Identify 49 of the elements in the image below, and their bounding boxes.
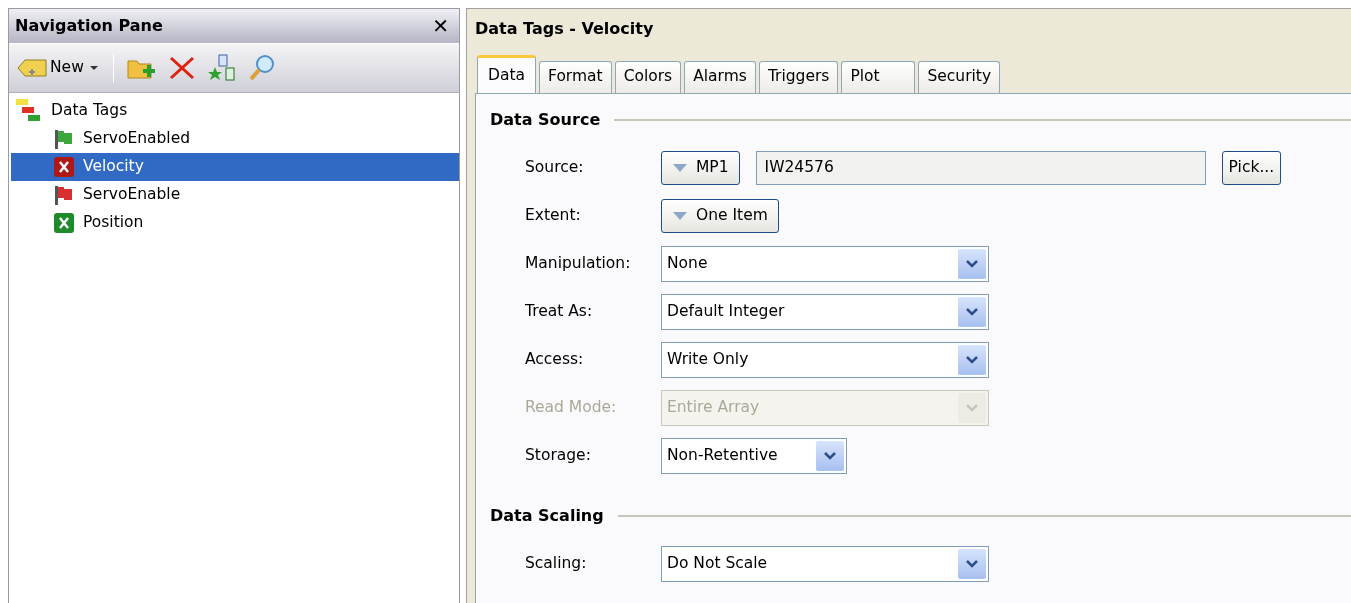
caret-icon (672, 163, 688, 173)
dropdown[interactable]: Do Not Scale (661, 546, 989, 582)
dropdown[interactable]: Non-Retentive (661, 438, 847, 474)
chevron-icon (965, 259, 979, 269)
delete-icon[interactable] (167, 55, 196, 81)
field-label: Source: (525, 157, 585, 179)
tab[interactable]: Data (477, 55, 536, 93)
panel-title: Data Tags - Velocity (474, 18, 655, 40)
chevron-icon (823, 451, 837, 461)
dropdown-button[interactable]: One Item (661, 199, 779, 233)
tree-item[interactable]: Data Tags (11, 97, 459, 125)
dropdown: Entire Array (661, 390, 989, 426)
field-label: Access: (525, 349, 585, 371)
dropdown-button[interactable]: MP1 (661, 151, 740, 185)
section-title: Data Source (490, 109, 601, 131)
chevron-icon (965, 403, 979, 413)
tree-item[interactable]: ServoEnable (11, 181, 459, 209)
chevron-icon (965, 355, 979, 365)
tab[interactable]: Plot (841, 61, 916, 93)
tab[interactable]: Security (918, 61, 1001, 93)
pane-title: Navigation Pane (15, 15, 163, 37)
field-label: Storage: (525, 445, 592, 467)
field-label: Extent: (525, 205, 582, 227)
field-label: Manipulation: (525, 253, 632, 275)
sort-icon[interactable] (207, 54, 236, 82)
tree-item[interactable]: Position (11, 209, 459, 237)
tag-icon (17, 57, 47, 79)
new-button[interactable]: New (17, 56, 101, 80)
tree-item[interactable]: ServoEnabled (11, 125, 459, 153)
field-label: Scaling: (525, 553, 588, 575)
tab[interactable]: Colors (614, 61, 682, 93)
dropdown[interactable]: Default Integer (661, 294, 989, 330)
field-label: Treat As: (525, 301, 594, 323)
tab[interactable]: Triggers (758, 61, 839, 93)
dropdown[interactable]: None (661, 246, 989, 282)
folder-tree-icon (15, 98, 43, 124)
section-title: Data Scaling (490, 505, 604, 527)
dropdown[interactable]: Write Only (661, 342, 989, 378)
address-field[interactable]: IW24576 (755, 151, 1206, 185)
tab[interactable]: Format (539, 61, 612, 93)
tree-item[interactable]: Velocity (11, 153, 459, 181)
close-button[interactable]: ✕ (430, 16, 451, 36)
pick-button[interactable]: Pick... (1221, 151, 1282, 185)
tab[interactable]: Alarms (684, 61, 756, 93)
caret-icon (672, 211, 688, 221)
search-icon[interactable] (247, 54, 276, 82)
field-label: Read Mode: (525, 397, 618, 419)
chevron-icon (965, 559, 979, 569)
chevron-icon (965, 307, 979, 317)
